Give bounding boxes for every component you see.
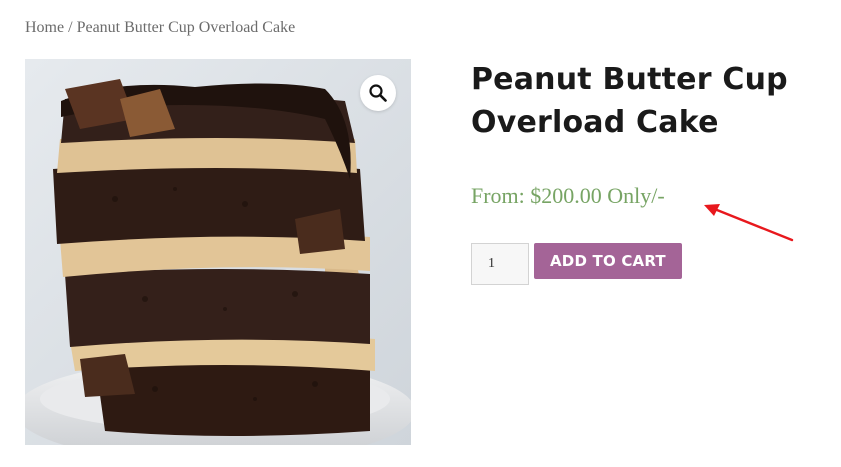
- breadcrumb-home-link[interactable]: Home: [25, 19, 64, 36]
- cake-illustration: [25, 59, 411, 445]
- product-image[interactable]: [25, 59, 411, 445]
- magnifier-icon: [369, 84, 387, 102]
- breadcrumb: Home / Peanut Butter Cup Overload Cake: [25, 19, 295, 37]
- product-price: From: $200.00 Only/-: [471, 183, 665, 208]
- add-to-cart-button[interactable]: ADD TO CART: [534, 243, 682, 279]
- breadcrumb-current: Peanut Butter Cup Overload Cake: [76, 19, 296, 36]
- add-to-cart-form: ADD TO CART: [471, 243, 682, 285]
- product-title: Peanut Butter Cup Overload Cake: [471, 62, 788, 140]
- zoom-button[interactable]: [360, 75, 396, 111]
- product-summary: Peanut Butter Cup Overload Cake From: $2…: [471, 58, 821, 285]
- breadcrumb-separator: /: [68, 19, 73, 36]
- annotation-arrow-icon: [704, 204, 794, 242]
- quantity-input[interactable]: [471, 243, 529, 285]
